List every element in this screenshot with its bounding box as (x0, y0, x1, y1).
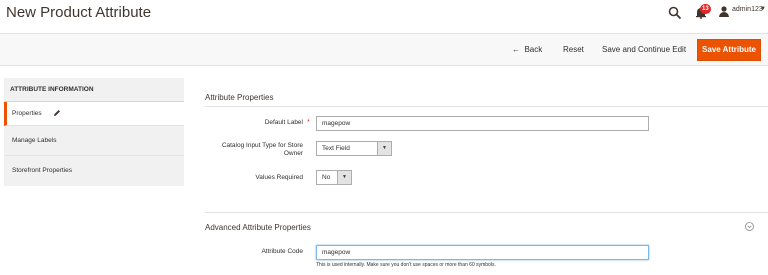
search-icon[interactable] (668, 6, 682, 20)
default-label-input[interactable]: magepow (316, 116, 649, 131)
back-label: Back (524, 45, 543, 54)
attribute-code-note: This is used internally. Make sure you d… (316, 262, 496, 268)
collapse-toggle-icon[interactable] (745, 222, 754, 231)
user-icon[interactable] (719, 6, 729, 17)
advanced-properties-title[interactable]: Advanced Attribute Properties (205, 223, 311, 232)
tab-properties[interactable]: Properties (4, 102, 184, 126)
chevron-down-icon: ▼ (377, 142, 391, 155)
default-label-label: Default Label (264, 119, 303, 126)
save-attribute-button[interactable]: Save Attribute (697, 39, 761, 61)
tab-storefront-properties[interactable]: Storefront Properties (4, 156, 184, 186)
required-asterisk: * (307, 119, 310, 126)
back-button[interactable]: ← Back (512, 45, 542, 54)
section-divider (205, 212, 768, 213)
input-type-select[interactable]: Text Field ▼ (316, 141, 392, 156)
tab-manage-labels[interactable]: Manage Labels (4, 126, 184, 156)
save-and-continue-button[interactable]: Save and Continue Edit (602, 45, 686, 54)
section-divider (205, 106, 768, 107)
page-title: New Product Attribute (6, 4, 152, 21)
tab-storefront-label: Storefront Properties (12, 167, 72, 174)
attribute-code-label: Attribute Code (261, 248, 303, 255)
page-actions-bar: ← Back Reset Save and Continue Edit Save… (0, 33, 768, 66)
input-type-label: Catalog Input Type for Store Owner (221, 142, 303, 157)
pencil-icon (54, 110, 60, 116)
attribute-info-tabs: ATTRIBUTE INFORMATION Properties Manage … (4, 78, 184, 186)
values-required-label: Values Required (255, 174, 303, 181)
tabs-heading-label: ATTRIBUTE INFORMATION (10, 86, 94, 93)
attribute-code-input[interactable]: magepow (316, 245, 649, 260)
values-required-value: No (322, 174, 331, 181)
caret-down-icon[interactable]: ▼ (760, 6, 766, 12)
chevron-down-icon: ▼ (337, 171, 351, 184)
tab-properties-label: Properties (12, 110, 42, 117)
attribute-properties-title: Attribute Properties (205, 93, 274, 102)
tabs-heading: ATTRIBUTE INFORMATION (4, 78, 184, 102)
notification-badge[interactable]: 13 (700, 4, 711, 14)
page-header: New Product Attribute 13 admin123 ▼ (0, 0, 768, 28)
admin-user-menu[interactable]: admin123 (732, 6, 763, 13)
reset-button[interactable]: Reset (563, 45, 584, 54)
input-type-value: Text Field (322, 145, 350, 152)
arrow-left-icon: ← (512, 45, 520, 54)
values-required-select[interactable]: No ▼ (316, 170, 352, 185)
tab-manage-labels-label: Manage Labels (12, 137, 57, 144)
